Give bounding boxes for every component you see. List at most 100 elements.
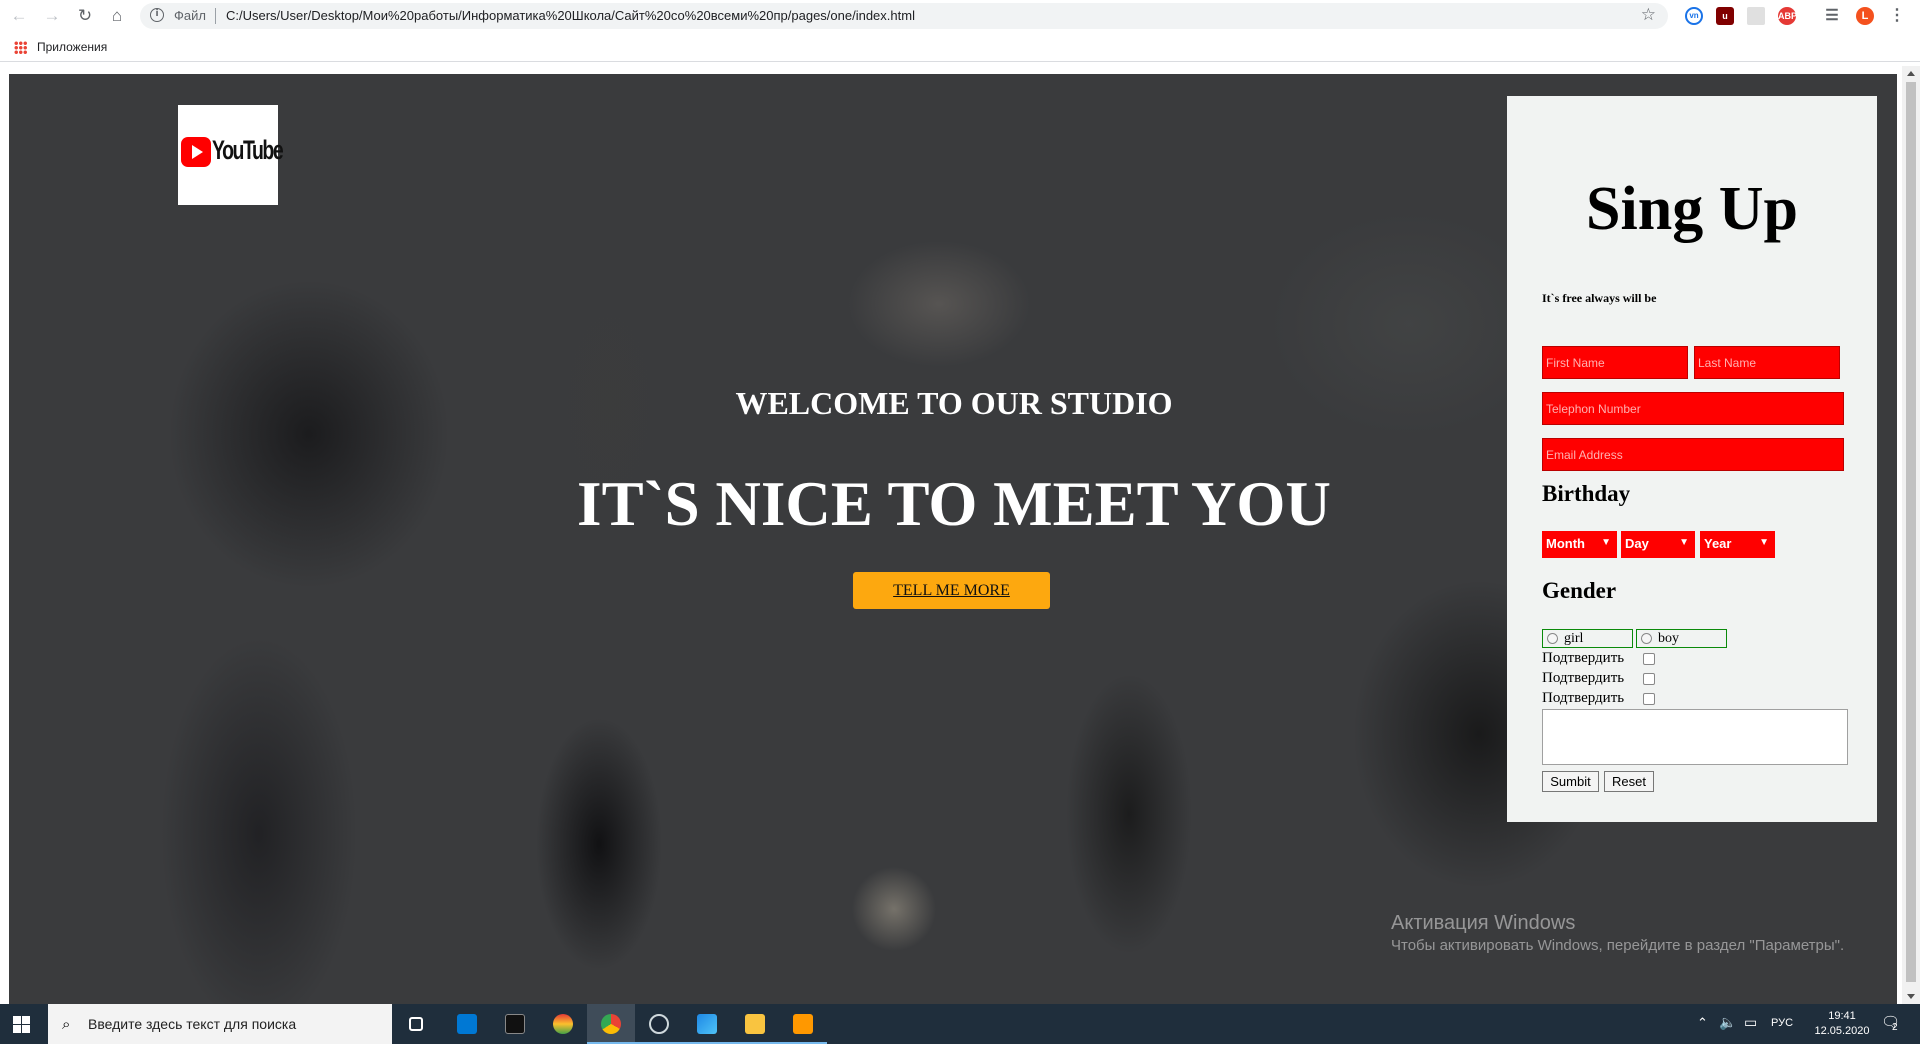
taskbar-search-placeholder: Введите здесь текст для поиска bbox=[88, 1016, 297, 1032]
confirm-label: Подтвердить bbox=[1542, 690, 1625, 706]
last-name-input[interactable] bbox=[1694, 346, 1840, 379]
terminal-icon bbox=[505, 1014, 525, 1034]
confirm-label: Подтвердить bbox=[1542, 650, 1625, 666]
home-icon[interactable]: ⌂ bbox=[106, 5, 128, 27]
confirm-row-3: Подтвердить bbox=[1542, 690, 1655, 707]
system-clock[interactable]: 19:41 12.05.2020 bbox=[1812, 1009, 1872, 1039]
chevron-up-icon[interactable]: ⌃ bbox=[1697, 1015, 1708, 1031]
clock-time: 19:41 bbox=[1828, 1010, 1856, 1022]
search-icon: ⌕ bbox=[62, 1016, 71, 1033]
windows-start-icon[interactable] bbox=[13, 1016, 30, 1033]
page-extension-icon[interactable] bbox=[1747, 7, 1765, 25]
chevron-down-icon: ▼ bbox=[1601, 537, 1611, 548]
chevron-down-icon: ▼ bbox=[1679, 537, 1689, 548]
notification-count: 2 bbox=[1892, 1022, 1898, 1033]
windows-taskbar: ⌕ Введите здесь текст для поиска ⌃ 🔈 ▭ Р… bbox=[0, 1004, 1920, 1044]
file-scheme-label: Файл bbox=[174, 8, 206, 23]
apps-grid-icon[interactable] bbox=[14, 41, 27, 54]
task-view-icon bbox=[409, 1017, 423, 1031]
radio-button[interactable] bbox=[1547, 633, 1558, 644]
scroll-down-arrow-icon[interactable] bbox=[1907, 994, 1915, 999]
task-view-button[interactable] bbox=[392, 1004, 440, 1044]
month-select[interactable]: Month ▼ bbox=[1542, 531, 1617, 558]
year-select[interactable]: Year ▼ bbox=[1700, 531, 1775, 558]
address-separator bbox=[215, 8, 216, 24]
chevron-down-icon: ▼ bbox=[1759, 537, 1769, 548]
confirm-checkbox[interactable] bbox=[1643, 653, 1655, 665]
back-arrow-icon[interactable]: ← bbox=[8, 5, 30, 27]
ublock-extension-icon[interactable]: u bbox=[1716, 7, 1734, 25]
taskbar-steam[interactable] bbox=[635, 1004, 683, 1044]
folder-icon bbox=[745, 1014, 765, 1034]
year-select-label: Year bbox=[1704, 536, 1732, 551]
photos-icon bbox=[697, 1014, 717, 1034]
scroll-thumb[interactable] bbox=[1906, 82, 1916, 982]
confirm-checkbox[interactable] bbox=[1643, 693, 1655, 705]
reset-button[interactable]: Reset bbox=[1604, 771, 1654, 792]
day-select-label: Day bbox=[1625, 536, 1649, 551]
site-info-icon[interactable]: i bbox=[150, 8, 164, 22]
logo-wordmark: YouTube bbox=[212, 135, 284, 165]
gender-heading: Gender bbox=[1542, 578, 1617, 603]
vpn-extension-icon[interactable]: vn bbox=[1685, 7, 1703, 25]
taskbar-sublime[interactable] bbox=[779, 1004, 827, 1044]
url-text[interactable]: C:/Users/User/Desktop/Мои%20работы/Инфор… bbox=[226, 8, 915, 23]
bookmark-star-icon[interactable]: ☆ bbox=[1641, 5, 1656, 25]
forward-arrow-icon[interactable]: → bbox=[41, 5, 63, 27]
reload-icon[interactable]: ↻ bbox=[74, 5, 96, 27]
steam-icon bbox=[649, 1014, 669, 1034]
signup-panel: Sing Up It`s free always will be Birthda… bbox=[1507, 96, 1877, 822]
gender-option-boy[interactable]: boy bbox=[1636, 629, 1727, 648]
taskbar-mail[interactable] bbox=[443, 1004, 491, 1044]
taskbar-search-box[interactable]: ⌕ Введите здесь текст для поиска bbox=[48, 1004, 392, 1044]
taskbar-terminal[interactable] bbox=[491, 1004, 539, 1044]
day-select[interactable]: Day ▼ bbox=[1621, 531, 1695, 558]
signup-tagline: It`s free always will be bbox=[1542, 291, 1657, 305]
confirm-row-1: Подтвердить bbox=[1542, 650, 1655, 667]
rainbow-app-icon bbox=[553, 1014, 573, 1034]
first-name-input[interactable] bbox=[1542, 346, 1688, 379]
language-indicator[interactable]: РУС bbox=[1771, 1017, 1793, 1029]
reading-list-icon[interactable]: ☰ bbox=[1823, 7, 1841, 25]
scroll-up-arrow-icon[interactable] bbox=[1907, 71, 1915, 76]
network-icon[interactable]: ▭ bbox=[1744, 1014, 1757, 1031]
adblock-extension-icon[interactable]: ABP bbox=[1778, 7, 1797, 25]
activation-subtitle: Чтобы активировать Windows, перейдите в … bbox=[1391, 937, 1845, 954]
page-viewport: YouTube WELCOME TO OUR STUDIO IT`S NICE … bbox=[9, 74, 1897, 1004]
bookmark-apps-label[interactable]: Приложения bbox=[37, 40, 107, 54]
gender-option-girl[interactable]: girl bbox=[1542, 629, 1633, 648]
sublime-text-icon bbox=[793, 1014, 813, 1034]
youtube-logo[interactable]: YouTube bbox=[178, 105, 284, 205]
clock-date: 12.05.2020 bbox=[1814, 1025, 1870, 1037]
tell-me-more-button[interactable]: TELL ME MORE bbox=[853, 572, 1050, 609]
taskbar-photos[interactable] bbox=[683, 1004, 731, 1044]
windows-activation-watermark: Активация Windows Чтобы активировать Win… bbox=[1391, 912, 1844, 954]
browser-toolbar: ← → ↻ ⌂ i Файл C:/Users/User/Desktop/Мои… bbox=[0, 0, 1920, 32]
email-input[interactable] bbox=[1542, 438, 1844, 471]
message-textarea[interactable] bbox=[1542, 709, 1848, 765]
phone-input[interactable] bbox=[1542, 392, 1844, 425]
signup-title: Sing Up bbox=[1586, 175, 1798, 243]
profile-avatar[interactable]: L bbox=[1856, 7, 1874, 25]
birthday-heading: Birthday bbox=[1542, 481, 1631, 506]
vertical-scrollbar[interactable] bbox=[1902, 66, 1920, 1004]
gender-option-label: boy bbox=[1658, 631, 1679, 646]
mail-icon bbox=[457, 1014, 477, 1034]
address-bar[interactable]: i Файл C:/Users/User/Desktop/Мои%20работ… bbox=[140, 3, 1668, 29]
confirm-label: Подтвердить bbox=[1542, 670, 1625, 686]
confirm-checkbox[interactable] bbox=[1643, 673, 1655, 685]
taskbar-chrome[interactable] bbox=[587, 1004, 635, 1044]
bookmarks-bar: Приложения bbox=[0, 32, 1920, 62]
radio-button[interactable] bbox=[1641, 633, 1652, 644]
taskbar-rainbow-app[interactable] bbox=[539, 1004, 587, 1044]
gender-option-label: girl bbox=[1564, 631, 1584, 646]
activation-title: Активация Windows bbox=[1391, 912, 1576, 934]
chrome-icon bbox=[601, 1014, 621, 1034]
confirm-row-2: Подтвердить bbox=[1542, 670, 1655, 687]
month-select-label: Month bbox=[1546, 536, 1585, 551]
menu-dots-icon[interactable]: ⋮ bbox=[1888, 7, 1906, 25]
play-icon bbox=[181, 137, 211, 167]
volume-icon[interactable]: 🔈 bbox=[1719, 1014, 1736, 1031]
submit-button[interactable]: Sumbit bbox=[1542, 771, 1599, 792]
taskbar-file-explorer[interactable] bbox=[731, 1004, 779, 1044]
